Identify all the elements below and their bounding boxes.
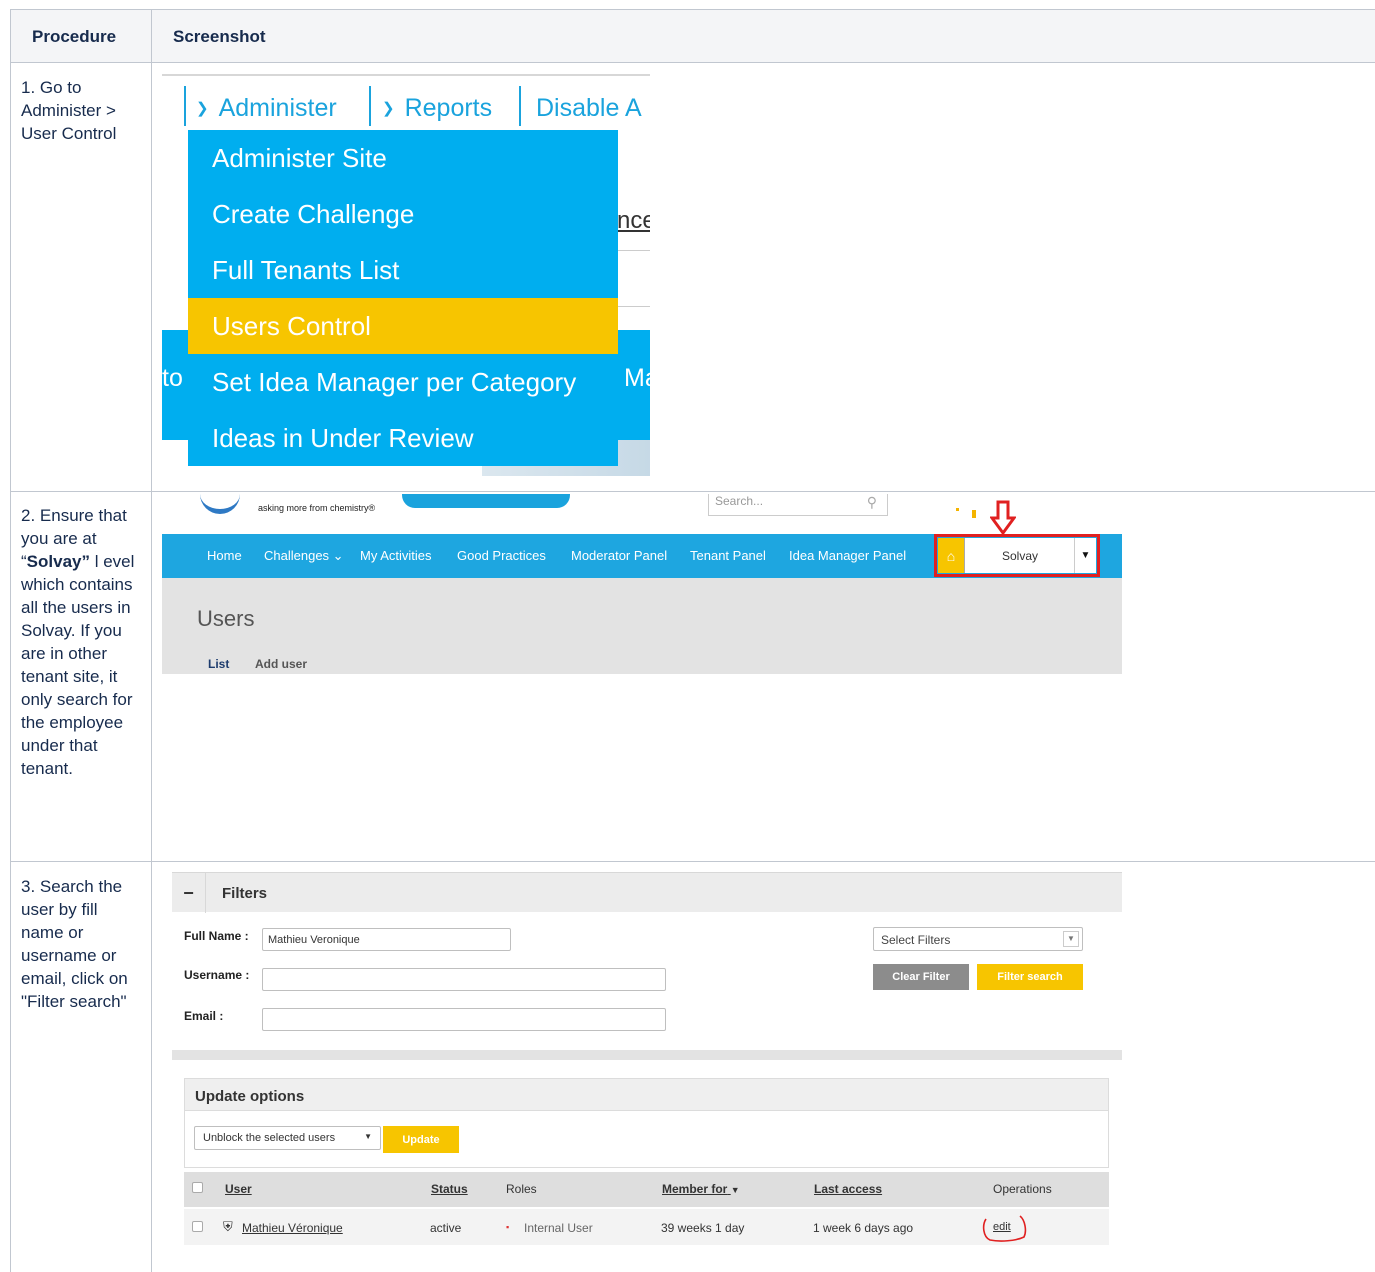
menu-item-administer-site[interactable]: Administer Site — [188, 130, 618, 186]
caret-down-icon: ▼ — [364, 1132, 372, 1141]
notification-icon[interactable] — [972, 510, 976, 518]
procedure-step-1: 1. Go to Administer > User Control — [21, 78, 117, 143]
bulk-action-select[interactable]: Unblock the selected users ▼ — [194, 1126, 381, 1150]
menu-item-create-challenge[interactable]: Create Challenge — [188, 186, 618, 242]
search-icon[interactable]: ⚲ — [867, 494, 877, 511]
arrow-down-icon — [990, 500, 1016, 536]
update-options-title: Update options — [195, 1088, 305, 1105]
logo-tagline: asking more from chemistry® — [258, 503, 376, 513]
update-button[interactable]: Update — [383, 1126, 459, 1153]
col-operations: Operations — [993, 1182, 1052, 1196]
update-options-panel: Update options Unblock the selected user… — [184, 1078, 1109, 1168]
annotation-circle — [982, 1215, 1027, 1242]
nav-home[interactable]: Home — [207, 548, 242, 563]
nav-disable[interactable]: Disable A — [536, 88, 642, 128]
procedure-step-3: 3. Search the user by fill name or usern… — [21, 877, 128, 1011]
nav-reports[interactable]: ❯ Reports — [382, 88, 492, 128]
filters-title: Filters — [222, 885, 268, 902]
row-checkbox[interactable] — [192, 1221, 203, 1232]
col-roles: Roles — [506, 1182, 537, 1196]
col-member-for[interactable]: Member for ▼ — [662, 1182, 740, 1196]
table-row: ⛨ Mathieu Véronique active ▪ Internal Us… — [184, 1209, 1109, 1245]
username-input[interactable] — [262, 968, 666, 991]
member-for-value: 39 weeks 1 day — [661, 1221, 745, 1235]
sort-desc-icon: ▼ — [730, 1185, 740, 1195]
filters-header: − Filters — [172, 872, 1122, 913]
user-roles: Internal User — [524, 1221, 593, 1235]
menu-item-ideas-under-review[interactable]: Ideas in Under Review — [188, 410, 618, 466]
role-icon: ▪ — [506, 1222, 510, 1232]
user-link[interactable]: Mathieu Véronique — [242, 1221, 343, 1235]
full-name-input[interactable]: Mathieu Veronique — [262, 928, 511, 951]
banner-text-left: to — [162, 364, 183, 392]
procedure-step-2: 2. Ensure that you are at “Solvay” l eve… — [21, 506, 135, 778]
col-user[interactable]: User — [225, 1182, 252, 1196]
logo — [200, 494, 240, 514]
select-all-checkbox[interactable] — [192, 1182, 203, 1193]
header-procedure: Procedure — [32, 27, 117, 46]
tab-list[interactable]: List — [208, 657, 229, 671]
nav-tenant-panel[interactable]: Tenant Panel — [690, 548, 766, 563]
search-input[interactable]: Search... ⚲ — [708, 494, 888, 516]
page-title: Users — [197, 606, 255, 631]
step3-screenshot: − Filters Full Name : Mathieu Veronique … — [162, 872, 1122, 1272]
full-name-label: Full Name : — [184, 929, 249, 943]
chevron-down-icon: ❯ — [196, 100, 209, 117]
user-status: active — [430, 1221, 462, 1235]
nav-idea-manager-panel[interactable]: Idea Manager Panel — [789, 548, 906, 563]
administer-dropdown-menu: Administer Site Create Challenge Full Te… — [188, 130, 618, 466]
shield-icon: ⛨ — [223, 1219, 233, 1234]
step2-screenshot: asking more from chemistry® Search... ⚲ H… — [162, 494, 1122, 674]
chevron-down-icon: ❯ — [382, 100, 395, 117]
nav-administer[interactable]: ❯ Administer — [196, 88, 337, 128]
header-pill-button[interactable] — [402, 494, 570, 508]
highlight-box — [934, 534, 1100, 577]
nav-my-activities[interactable]: My Activities — [360, 548, 432, 563]
menu-item-users-control[interactable]: Users Control — [188, 298, 618, 354]
users-table-header: User Status Roles Member for ▼ Last acce… — [184, 1172, 1109, 1207]
col-status[interactable]: Status — [431, 1182, 468, 1196]
step1-screenshot: ❯ Administer ❯ Reports Disable A nce to Ma… — [162, 74, 650, 476]
col-last-access[interactable]: Last access — [814, 1182, 882, 1196]
menu-item-set-idea-manager[interactable]: Set Idea Manager per Category — [188, 354, 618, 410]
email-label: Email : — [184, 1009, 224, 1023]
email-input[interactable] — [262, 1008, 666, 1031]
username-label: Username : — [184, 968, 250, 982]
menu-item-full-tenants-list[interactable]: Full Tenants List — [188, 242, 618, 298]
tab-add-user[interactable]: Add user — [255, 657, 307, 671]
nav-moderator-panel[interactable]: Moderator Panel — [571, 548, 667, 563]
banner-text-right: Ma — [624, 364, 650, 392]
select-filters-dropdown[interactable]: Select Filters ▼ — [873, 927, 1083, 951]
partial-link-text: nce — [617, 207, 650, 234]
collapse-icon[interactable]: − — [172, 873, 206, 913]
filter-search-button[interactable]: Filter search — [977, 964, 1083, 990]
nav-good-practices[interactable]: Good Practices — [457, 548, 546, 563]
caret-down-icon: ▼ — [1063, 931, 1079, 947]
clear-filter-button[interactable]: Clear Filter — [873, 964, 969, 990]
header-screenshot: Screenshot — [173, 27, 266, 46]
nav-challenges[interactable]: Challenges ⌄ — [264, 548, 344, 564]
last-access-value: 1 week 6 days ago — [813, 1221, 914, 1235]
